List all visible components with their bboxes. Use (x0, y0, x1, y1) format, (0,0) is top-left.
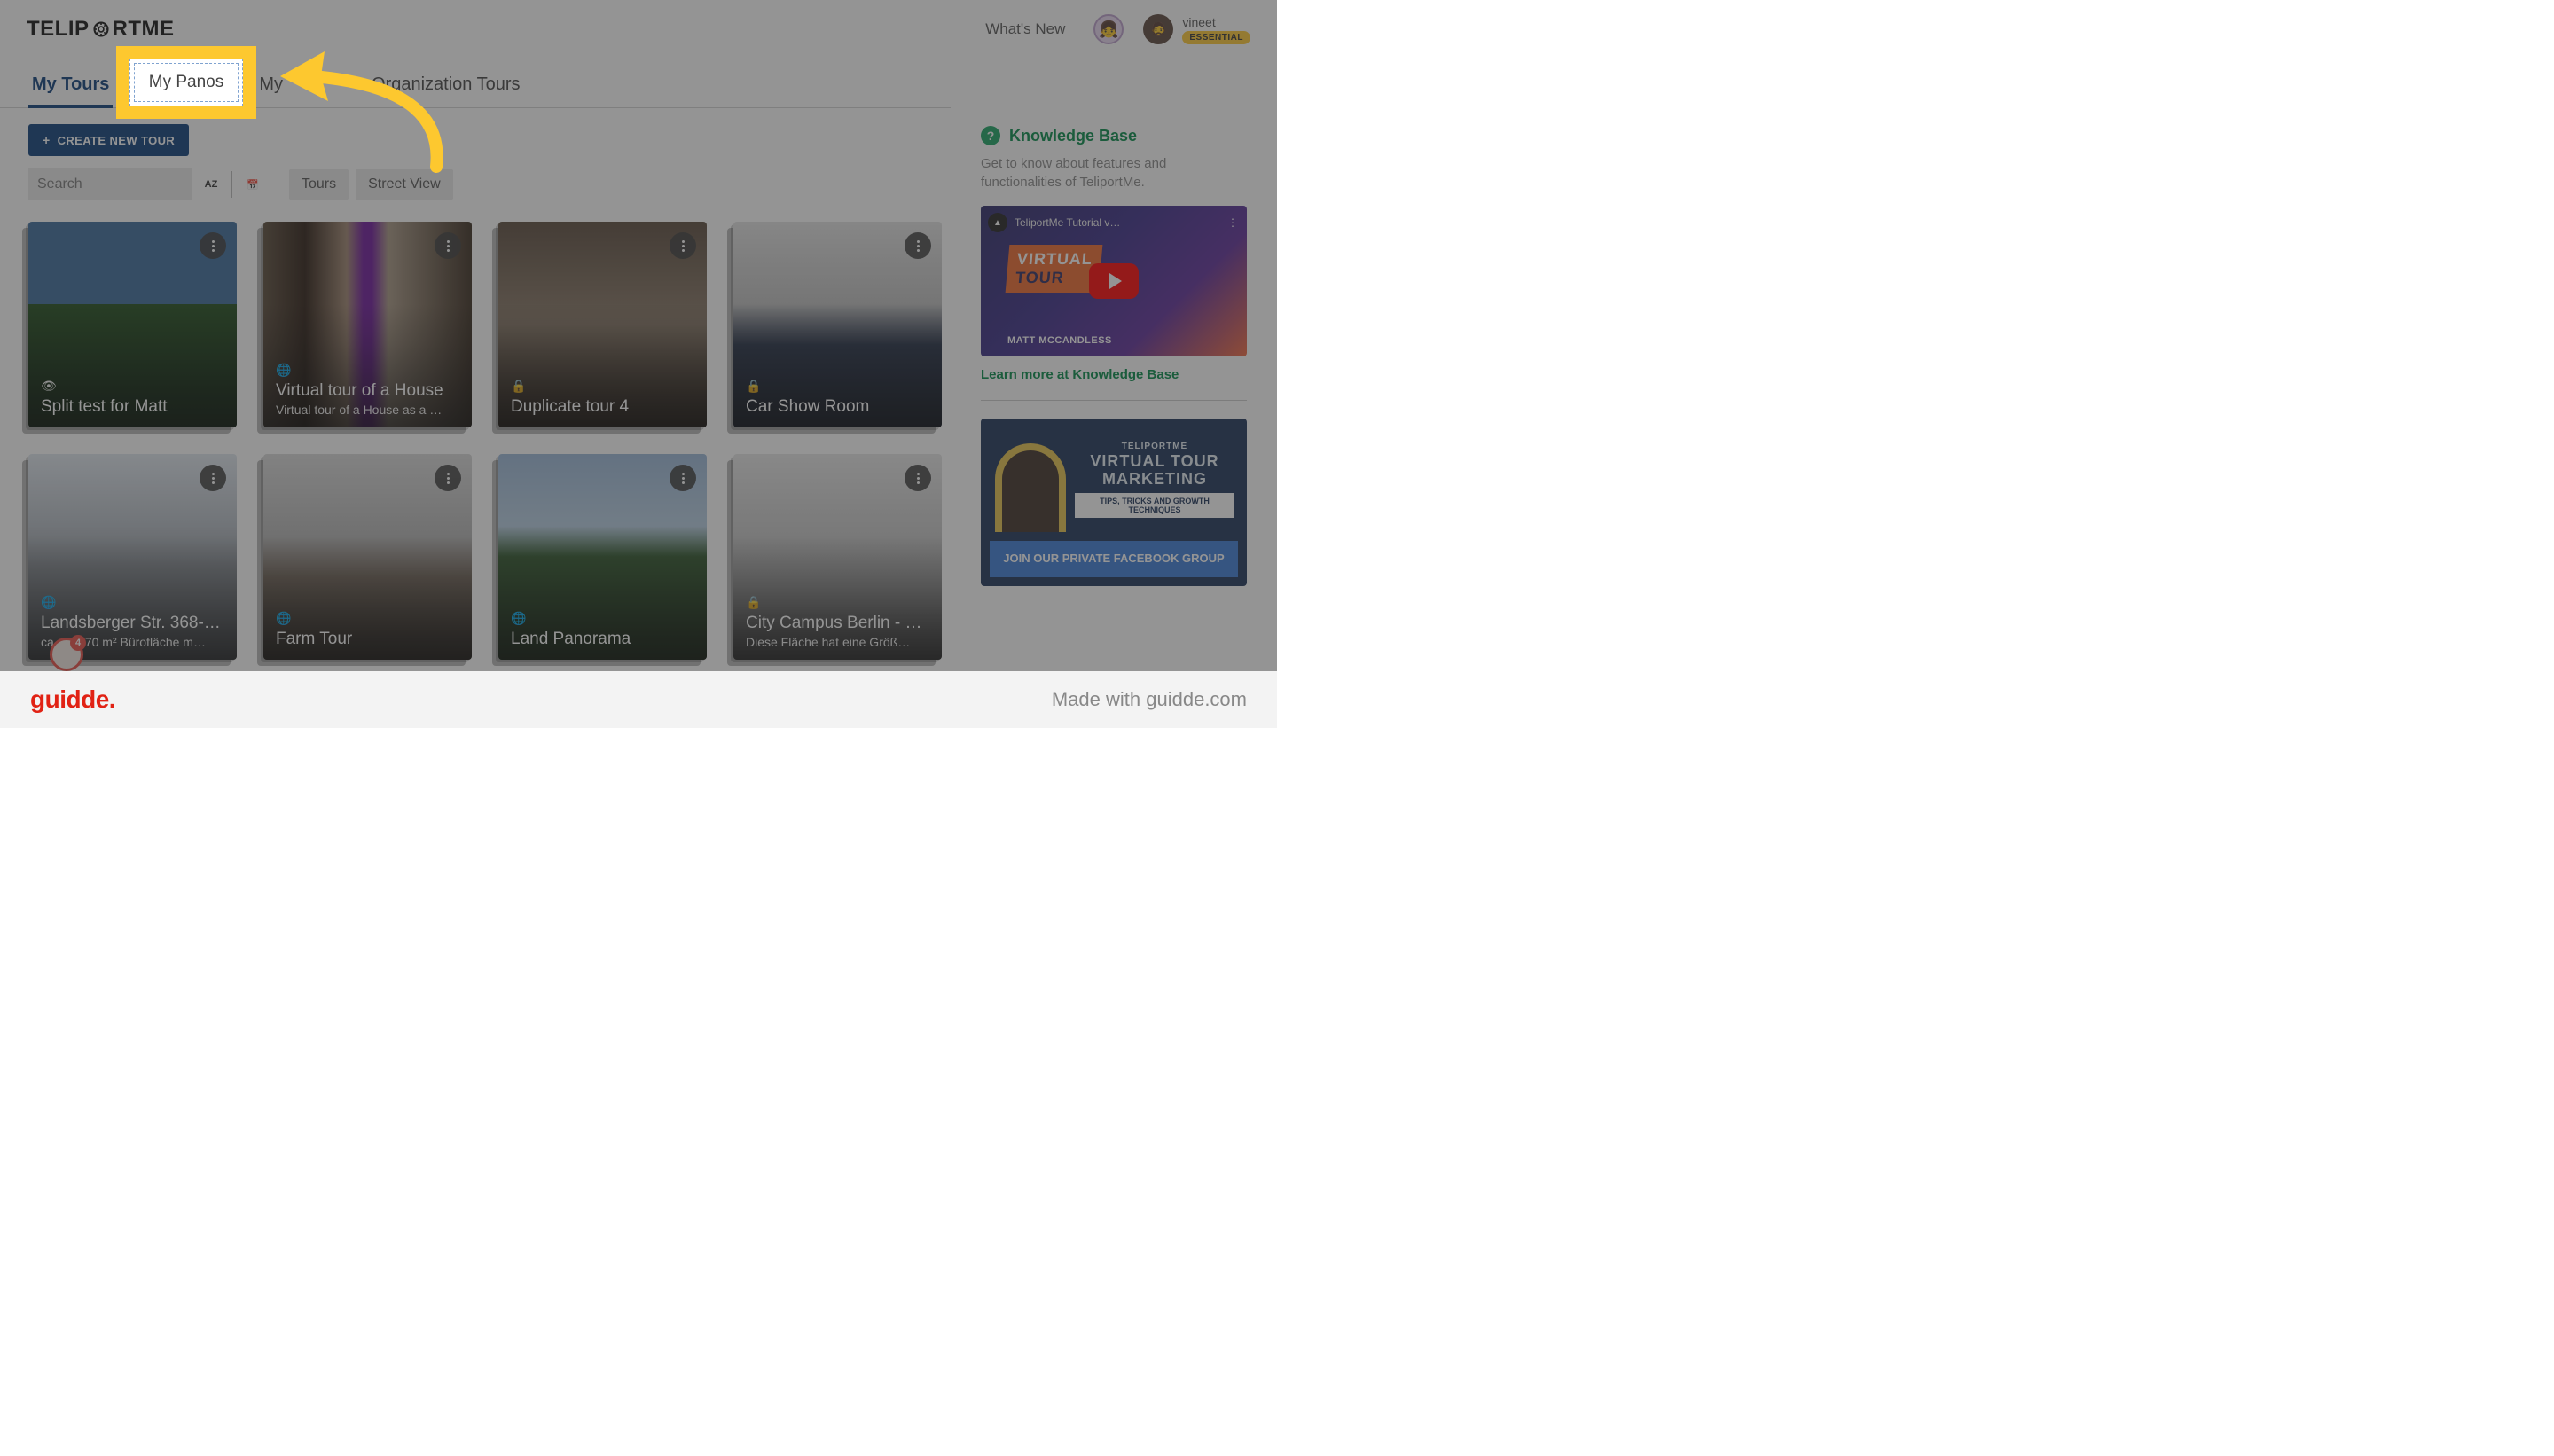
user-menu[interactable]: 🧔 vineet ESSENTIAL (1143, 14, 1250, 44)
card-title: Landsberger Str. 368-… (41, 614, 224, 633)
tab-my-panos[interactable]: My Panos (141, 67, 227, 107)
question-mark-icon: ? (981, 126, 1000, 145)
logo-left: TELIP (27, 17, 90, 42)
card-sub: Diese Fläche hat eine Größ… (746, 635, 929, 649)
card-menu-button[interactable] (435, 232, 461, 259)
tabs: My Tours My Panos My Organization Tours (0, 67, 951, 108)
divider (231, 171, 232, 198)
create-new-tour-button[interactable]: + CREATE NEW TOUR (28, 124, 189, 156)
user-avatar: 🧔 (1143, 14, 1173, 44)
tour-card[interactable]: 🔒 Car Show Room (733, 222, 942, 427)
globe-icon: 🌐 (276, 611, 459, 626)
fb-brand: TELIPORTME (1075, 442, 1234, 451)
lock-icon: 🔒 (746, 595, 929, 610)
fb-title: VIRTUAL TOUR MARKETING (1075, 453, 1234, 489)
filter-streetview-chip[interactable]: Street View (356, 169, 453, 200)
card-title: Farm Tour (276, 630, 459, 649)
card-title: Split test for Matt (41, 397, 224, 417)
kb-learn-more-link[interactable]: Learn more at Knowledge Base (981, 367, 1247, 382)
play-icon (1089, 263, 1139, 299)
search-input[interactable] (28, 168, 192, 200)
tour-card[interactable]: 🔒 Duplicate tour 4 (498, 222, 707, 427)
card-title: Duplicate tour 4 (511, 397, 694, 417)
divider (981, 400, 1247, 401)
help-avatar[interactable]: 👧 (1093, 14, 1124, 44)
video-channel-label: TeliportMe Tutorial v… (1015, 216, 1120, 229)
virtual-tour-badge: VIRTUAL TOUR (1006, 245, 1103, 293)
lock-icon: 🔒 (746, 379, 929, 394)
card-menu-button[interactable] (200, 465, 226, 491)
create-label: CREATE NEW TOUR (58, 134, 176, 147)
facebook-group-card: TELIPORTME VIRTUAL TOUR MARKETING TIPS, … (981, 419, 1247, 586)
card-menu-button[interactable] (905, 465, 931, 491)
plus-icon: + (43, 133, 51, 147)
fb-subtitle: TIPS, TRICKS AND GROWTH TECHNIQUES (1075, 493, 1234, 518)
sort-az-button[interactable]: AZ (200, 173, 223, 196)
person-icon: 🧔 (1150, 21, 1167, 37)
card-menu-button[interactable] (670, 465, 696, 491)
join-facebook-button[interactable]: JOIN OUR PRIVATE FACEBOOK GROUP (990, 541, 1238, 577)
tour-card[interactable]: 🌐 Virtual tour of a House Virtual tour o… (263, 222, 472, 427)
calendar-icon: 📅 (247, 179, 259, 191)
plan-badge: ESSENTIAL (1182, 31, 1250, 44)
card-menu-button[interactable] (670, 232, 696, 259)
card-menu-button[interactable] (905, 232, 931, 259)
tab-organization-tours[interactable]: Organization Tours (368, 67, 524, 107)
notification-count: 4 (70, 635, 86, 651)
tour-card[interactable]: 👁 Split test for Matt (28, 222, 237, 427)
tour-card[interactable]: 🌐 Landsberger Str. 368-… ca. 390,70 m² B… (28, 454, 237, 660)
video-more-button[interactable]: ⋮ (1227, 216, 1240, 229)
made-with-label: Made with guidde.com (1052, 688, 1247, 711)
guidde-logo[interactable]: guidde. (30, 685, 115, 714)
brand-logo[interactable]: TELIP RTME (27, 17, 175, 42)
sort-date-button[interactable]: 📅 (241, 173, 264, 196)
notification-bubble[interactable]: 4 (50, 638, 83, 671)
girl-icon: 👧 (1099, 20, 1118, 39)
youtube-avatar-icon: ▲ (988, 213, 1007, 232)
tour-card[interactable]: 🌐 Land Panorama (498, 454, 707, 660)
tab-my-partial[interactable]: My (255, 67, 286, 107)
kb-description: Get to know about features and functiona… (981, 154, 1247, 192)
card-menu-button[interactable] (200, 232, 226, 259)
person-illustration (995, 443, 1066, 532)
card-title: Car Show Room (746, 397, 929, 417)
filter-tours-chip[interactable]: Tours (289, 169, 349, 200)
card-title: City Campus Berlin - … (746, 614, 929, 633)
kb-video-thumbnail[interactable]: ▲ TeliportMe Tutorial v… ⋮ VIRTUAL TOUR … (981, 206, 1247, 356)
card-title: Virtual tour of a House (276, 381, 459, 401)
user-name: vineet (1182, 15, 1215, 29)
globe-icon: 🌐 (41, 595, 224, 610)
card-menu-button[interactable] (435, 465, 461, 491)
footer-bar: guidde. Made with guidde.com (0, 671, 1277, 728)
logo-right: RTME (113, 17, 175, 42)
tab-my-tours[interactable]: My Tours (28, 67, 113, 107)
presenter-name: MATT MCCANDLESS (1007, 335, 1112, 346)
whats-new-link[interactable]: What's New (976, 15, 1074, 43)
globe-icon: 🌐 (276, 363, 459, 378)
tour-card[interactable]: 🔒 City Campus Berlin - … Diese Fläche ha… (733, 454, 942, 660)
globe-icon: 🌐 (511, 611, 694, 626)
card-title: Land Panorama (511, 630, 694, 649)
tour-card[interactable]: 🌐 Farm Tour (263, 454, 472, 660)
lock-icon: 🔒 (511, 379, 694, 394)
kb-title: Knowledge Base (1009, 127, 1137, 145)
gear-icon (91, 20, 111, 39)
eye-icon: 👁 (41, 379, 224, 394)
card-sub: Virtual tour of a House as a … (276, 403, 459, 417)
